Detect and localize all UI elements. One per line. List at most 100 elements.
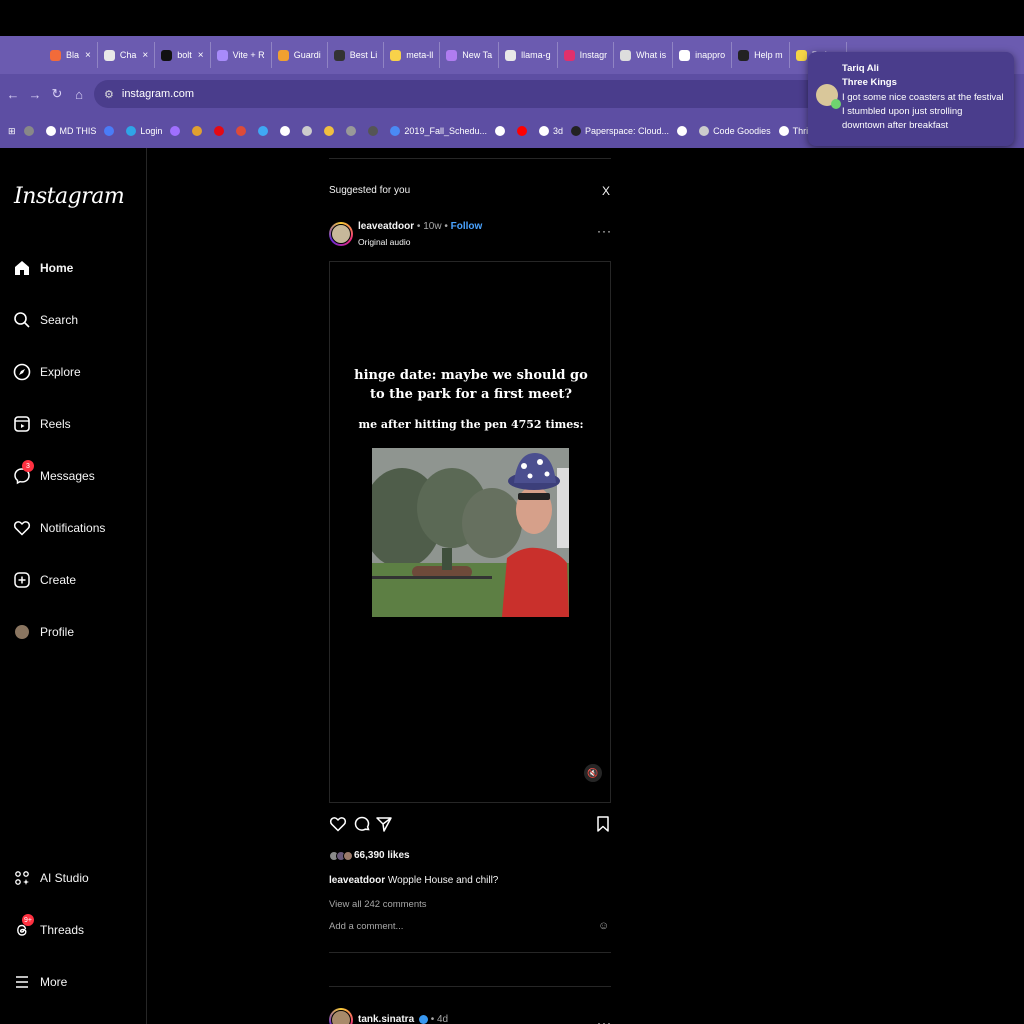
nav-home-label: Home [40, 261, 74, 275]
bookmark-favicon-icon [346, 126, 357, 136]
bookmark-item[interactable] [280, 126, 294, 136]
nav-ai-studio[interactable]: AI Studio [12, 868, 89, 888]
bookmark-item[interactable] [214, 126, 228, 136]
messages-badge: 3 [22, 460, 34, 472]
browser-tab[interactable]: What is [614, 42, 674, 68]
likes-count[interactable]: 66,390 likes [354, 850, 410, 861]
meme-text-top-line-1: hinge date: maybe we should go [354, 368, 588, 383]
forward-icon[interactable]: → [24, 87, 46, 102]
bookmark-favicon-icon [126, 126, 137, 136]
browser-tab[interactable]: New Ta [440, 42, 500, 68]
post-author-avatar[interactable] [329, 216, 353, 252]
follow-button[interactable]: Follow [451, 221, 483, 232]
bookmark-item[interactable] [324, 126, 338, 136]
save-bookmark-icon[interactable] [595, 815, 615, 837]
nav-create[interactable]: Create [12, 570, 76, 590]
bookmark-item[interactable] [104, 126, 118, 136]
nav-threads[interactable]: 9+ Threads [12, 914, 84, 940]
back-icon[interactable]: ← [2, 87, 24, 102]
nav-reels[interactable]: Reels [12, 414, 71, 434]
emoji-icon[interactable]: ☺ [598, 920, 609, 932]
bookmark-item[interactable] [258, 126, 272, 136]
bookmark-item[interactable]: Code Goodies [699, 126, 771, 136]
plus-square-icon [12, 570, 32, 590]
bookmark-item[interactable]: 2019_Fall_Schedu... [390, 126, 487, 136]
caption-username[interactable]: leaveatdoor [329, 875, 385, 886]
bookmark-item[interactable] [368, 126, 382, 136]
bookmark-item[interactable]: Paperspace: Cloud... [571, 126, 669, 136]
next-post-age[interactable]: 4d [437, 1014, 448, 1024]
tab-favicon-icon [738, 49, 750, 61]
next-post-username[interactable]: tank.sinatra [358, 1014, 414, 1024]
post-audio-link[interactable]: Original audio [358, 237, 410, 247]
tab-favicon-icon [620, 49, 632, 61]
notification-sender: Tariq Ali [842, 63, 879, 74]
tab-close-icon[interactable]: × [198, 50, 204, 61]
nav-home[interactable]: Home [12, 258, 73, 278]
next-post-author-avatar[interactable] [329, 1002, 353, 1024]
post-caption: leaveatdoor Wopple House and chill? [329, 875, 498, 886]
bookmark-label: Code Goodies [713, 126, 771, 136]
comment-bubble-icon[interactable] [353, 815, 373, 837]
dismiss-suggestion-button[interactable]: X [602, 184, 610, 198]
browser-tab[interactable]: Cha × [98, 42, 156, 68]
bookmark-item[interactable] [346, 126, 360, 136]
browser-tab[interactable]: Guardi [272, 42, 328, 68]
bookmark-item[interactable] [677, 126, 691, 136]
mute-icon[interactable]: 🔇 [584, 764, 602, 782]
bookmark-favicon-icon [390, 126, 401, 136]
apps-grid-icon[interactable]: ⊞ [8, 126, 16, 137]
nav-search[interactable]: Search [12, 310, 78, 330]
bookmark-item[interactable] [302, 126, 316, 136]
bookmark-favicon-icon [494, 126, 505, 136]
reload-icon[interactable]: ↻ [46, 86, 68, 102]
nav-more-label: More [40, 975, 68, 989]
messages-app-badge-icon [831, 99, 841, 109]
instagram-logo[interactable]: Instagram [14, 184, 125, 209]
tab-close-icon[interactable]: × [142, 50, 148, 61]
post-author-username[interactable]: leaveatdoor [358, 221, 414, 232]
bookmark-item[interactable] [494, 126, 509, 136]
browser-tab[interactable]: inappro [673, 42, 733, 68]
bookmark-item[interactable]: Login [126, 126, 162, 136]
bookmark-item[interactable] [236, 126, 250, 136]
view-all-comments-link[interactable]: View all 242 comments [329, 899, 427, 910]
home-page-icon[interactable]: ⌂ [68, 87, 90, 102]
post-age[interactable]: 10w [423, 221, 441, 232]
tab-close-icon[interactable]: × [85, 50, 91, 61]
like-heart-icon[interactable] [329, 815, 349, 837]
bookmark-label: Login [140, 126, 163, 136]
message-notification-toast[interactable]: Tariq Ali Three Kings I got some nice co… [808, 52, 1014, 146]
add-comment-input[interactable]: Add a comment... [329, 921, 611, 932]
bookmark-item[interactable]: 3d [538, 126, 563, 136]
browser-tab[interactable]: Best Li [328, 42, 385, 68]
nav-notifications[interactable]: Notifications [12, 518, 105, 538]
bookmark-item[interactable] [192, 126, 206, 136]
browser-tab[interactable]: meta-ll [384, 42, 441, 68]
next-post-more-options-button[interactable]: ··· [597, 1016, 611, 1024]
post-media[interactable]: hinge date: maybe we should go to the pa… [329, 261, 611, 803]
browser-tab[interactable]: Help m [732, 42, 790, 68]
share-paper-plane-icon[interactable] [375, 815, 395, 837]
nav-profile[interactable]: Profile [12, 622, 74, 642]
browser-tab[interactable]: llama-g [499, 42, 558, 68]
top-strip [0, 0, 1024, 36]
post-more-options-button[interactable]: ··· [597, 224, 612, 238]
browser-tab[interactable]: bolt × [155, 42, 211, 68]
tab-title: llama-g [521, 50, 551, 60]
bookmark-item[interactable] [23, 126, 38, 136]
site-settings-icon[interactable]: ⚙ [104, 88, 114, 101]
browser-tab[interactable]: Instagr [558, 42, 615, 68]
browser-tab[interactable]: Bla × [44, 42, 98, 68]
bookmark-item[interactable] [170, 126, 184, 136]
bookmark-item[interactable] [516, 126, 531, 136]
bookmark-label: MD THIS [59, 126, 97, 136]
likes-row[interactable]: 66,390 likes [329, 850, 410, 861]
nav-explore[interactable]: Explore [12, 362, 81, 382]
nav-messages[interactable]: 3 Messages [12, 460, 95, 486]
browser-tab[interactable]: Vite + R [211, 42, 272, 68]
tab-title: Vite + R [232, 50, 265, 60]
bookmark-favicon-icon [677, 126, 688, 136]
bookmark-item[interactable]: MD THIS [45, 126, 97, 136]
nav-more[interactable]: More [12, 972, 67, 992]
